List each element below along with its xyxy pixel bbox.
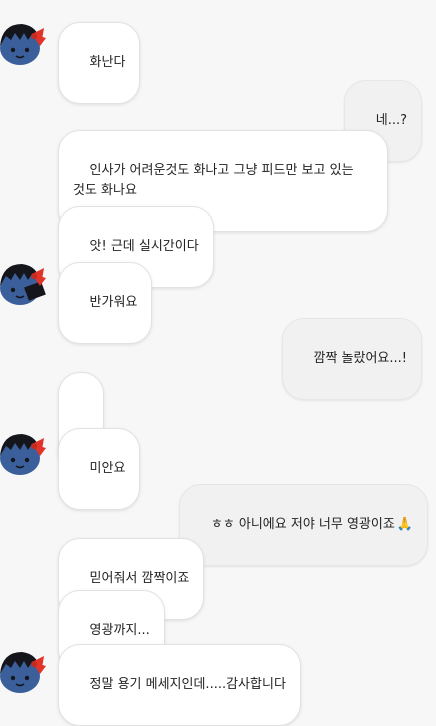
avatar[interactable]: [0, 644, 48, 696]
message-bubble[interactable]: ㅎㅎ 아니에요 저야 너무 영광이죠 🙏: [179, 484, 428, 566]
message-text: 정말 용기 메세지인데.....감사합니다: [89, 677, 286, 692]
character-avatar-icon: [0, 264, 46, 305]
message-bubble[interactable]: 화난다: [58, 22, 141, 104]
message-text: 반가워요: [89, 295, 138, 310]
character-avatar-icon: [0, 652, 46, 693]
character-avatar-icon: [0, 24, 46, 65]
message-bubble[interactable]: 깜짝 놀랐어요...!: [281, 318, 422, 400]
message-bubble[interactable]: 반가워요: [58, 262, 153, 344]
message-text: 미안요: [89, 461, 126, 476]
message-text: 영광까지...: [89, 623, 150, 638]
message-text: 화난다: [89, 55, 126, 70]
message-text: 깜짝 놀랐어요...!: [313, 351, 407, 366]
message-text: ㅎㅎ 아니에요 저야 너무 영광이죠: [210, 517, 395, 532]
folded-hands-emoji: 🙏: [396, 517, 413, 532]
avatar[interactable]: [0, 16, 48, 68]
message-text: 네...?: [375, 113, 407, 128]
message-bubble[interactable]: 정말 용기 메세지인데.....감사합니다: [58, 644, 301, 726]
message-text: 앗! 근데 실시간이다: [89, 239, 199, 254]
message-text: 믿어줘서 깜짝이죠: [89, 571, 190, 586]
chat-thread: 화난다 네...? 인사가 어려운것도 화나고 그냥 피드만 보고 있는 것도 …: [0, 0, 436, 726]
message-text: 인사가 어려운것도 화나고 그냥 피드만 보고 있는 것도 화나요: [73, 163, 354, 198]
avatar[interactable]: [0, 256, 48, 308]
message-bubble[interactable]: 미안요: [58, 428, 141, 510]
character-avatar-icon: [0, 434, 46, 475]
avatar[interactable]: [0, 426, 48, 478]
